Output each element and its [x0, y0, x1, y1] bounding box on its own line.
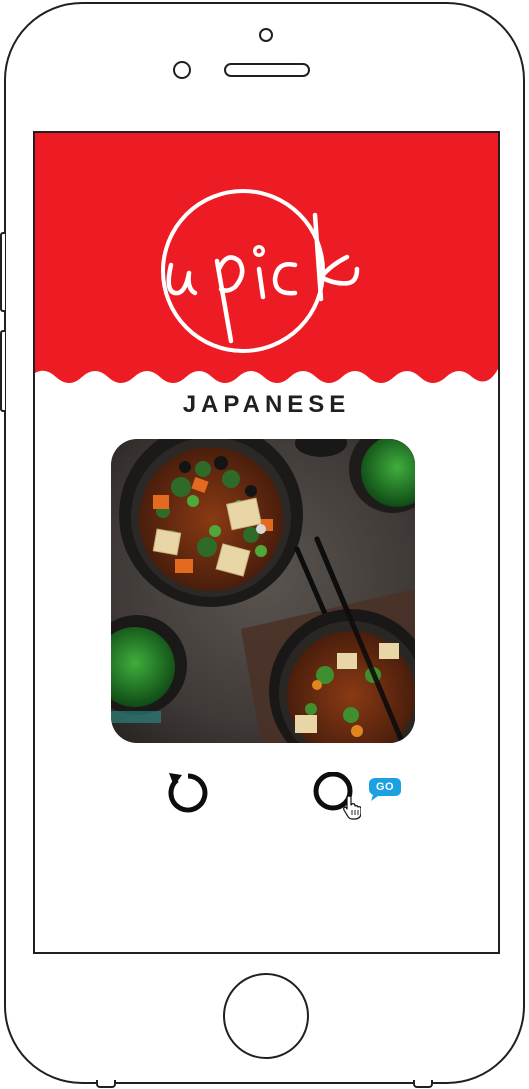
phone-bottom-tab-right — [413, 1080, 433, 1088]
phone-bottom-tab-left — [96, 1080, 116, 1088]
refresh-icon — [168, 773, 208, 813]
app-screen: JAPANESE GO — [33, 131, 500, 954]
volume-up-side-button — [0, 232, 5, 312]
volume-down-side-button — [0, 330, 5, 412]
front-camera — [173, 61, 191, 79]
go-label: GO — [375, 781, 395, 793]
upick-logo — [161, 165, 361, 365]
earpiece-speaker — [224, 63, 310, 77]
go-bubble[interactable]: GO — [368, 777, 402, 801]
go-button[interactable] — [311, 771, 362, 822]
home-button[interactable] — [223, 973, 309, 1059]
circle-go-icon — [313, 771, 362, 820]
front-sensor — [259, 28, 273, 42]
food-photo — [111, 439, 415, 743]
refresh-button[interactable] — [163, 768, 213, 818]
cuisine-category-title: JAPANESE — [182, 391, 351, 418]
